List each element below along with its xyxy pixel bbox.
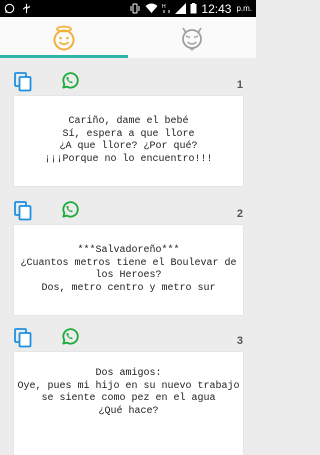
angel-tab[interactable] — [0, 17, 128, 58]
usb-icon — [23, 3, 30, 14]
list-item: 2 ***Salvadoreño*** ¿Cuantos metros tien… — [0, 200, 256, 315]
svg-text:H: H — [162, 4, 166, 10]
devil-tab[interactable] — [128, 17, 256, 58]
joke-text: Dos amigos: Oye, pues mi hijo en su nuev… — [17, 368, 240, 417]
whatsapp-icon — [4, 3, 15, 14]
battery-icon — [190, 3, 197, 14]
copy-icon[interactable] — [14, 201, 32, 221]
status-bar: H 12:43 p.m. — [0, 0, 256, 17]
clock-ampm: p.m. — [236, 4, 252, 13]
tab-bar — [0, 17, 256, 58]
joke-number: 2 — [236, 208, 243, 220]
joke-text: ***Salvadoreño*** ¿Cuantos metros tiene … — [20, 245, 237, 294]
list-item: 3 Dos amigos: Oye, pues mi hijo en su nu… — [0, 327, 256, 455]
joke-number: 1 — [236, 79, 243, 91]
signal-icon — [175, 3, 187, 14]
whatsapp-share-icon[interactable] — [60, 327, 79, 346]
hd-icon: H — [162, 4, 170, 13]
joke-number: 3 — [236, 335, 243, 347]
wifi-icon — [145, 3, 158, 13]
whatsapp-share-icon[interactable] — [60, 71, 79, 90]
clock-time: 12:43 — [201, 1, 232, 16]
joke-text: Cariño, dame el bebé Sí, espera a que ll… — [44, 116, 213, 165]
devil-face-icon — [182, 27, 202, 51]
copy-icon[interactable] — [14, 328, 32, 348]
copy-icon[interactable] — [14, 72, 32, 92]
joke-card[interactable]: ***Salvadoreño*** ¿Cuantos metros tiene … — [14, 225, 243, 315]
joke-list[interactable]: 1 Cariño, dame el bebé Sí, espera a que … — [0, 58, 256, 455]
angel-face-icon — [53, 25, 75, 50]
joke-card[interactable]: Dos amigos: Oye, pues mi hijo en su nuev… — [14, 352, 243, 455]
whatsapp-share-icon[interactable] — [60, 200, 79, 219]
joke-card[interactable]: Cariño, dame el bebé Sí, espera a que ll… — [14, 96, 243, 186]
list-item: 1 Cariño, dame el bebé Sí, espera a que … — [0, 71, 256, 186]
vibrate-icon — [130, 3, 140, 14]
